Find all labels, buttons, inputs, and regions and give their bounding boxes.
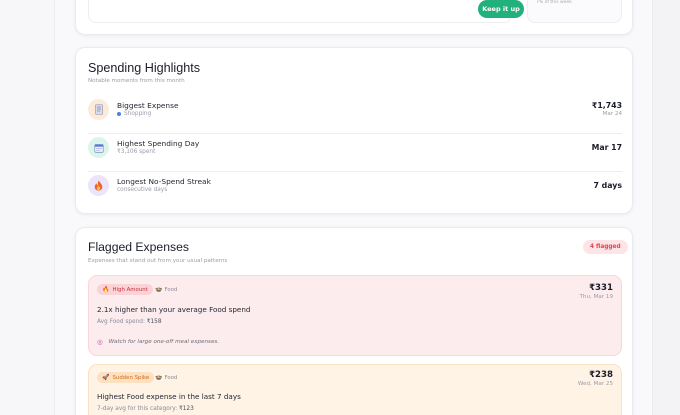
rocket-icon: 🚀 [102, 374, 110, 381]
detail-value: ₹123 [179, 406, 194, 412]
weekly-stat-caption: 7% of this week [536, 0, 572, 5]
flame-icon [88, 175, 109, 196]
keep-it-up-button[interactable]: Keep it up [478, 0, 524, 18]
spending-highlights-card: Spending Highlights Notable moments from… [75, 47, 633, 214]
highlight-value: 7 days [593, 181, 622, 190]
highlight-row-highest-day[interactable]: Highest Spending Day ₹3,106 spent Mar 17 [88, 134, 622, 172]
highlight-meta: consecutive days [117, 187, 168, 193]
detail-label: Avg Food spend: [97, 319, 145, 325]
category-tag: 🍲 Food [155, 374, 177, 381]
highlight-label: Longest No-Spend Streak [117, 177, 211, 186]
flagged-count-badge: 4 flagged [583, 240, 628, 254]
flagged-expense-item[interactable]: 🔥 High Amount 🍲 Food ₹331 Thu, Mar 19 2.… [88, 275, 622, 356]
category-label: Food [164, 286, 178, 293]
highlight-category: Shopping [124, 111, 152, 117]
highlight-meta: Shopping [117, 111, 151, 117]
highlights-subtitle: Notable moments from this month [88, 78, 185, 84]
category-tag: 🍲 Food [155, 286, 177, 293]
badge-label: Sudden Spike [112, 374, 150, 381]
flag-amount: ₹331 [589, 283, 613, 293]
high-amount-badge: 🔥 High Amount [97, 284, 153, 295]
category-dot [117, 112, 121, 116]
flag-tip: ◎ Watch for large one-off meal expenses. [97, 338, 219, 346]
streak-panel: Keep it up [88, 0, 524, 23]
detail-label: 7-day avg for this category: [97, 406, 178, 412]
highlights-title: Spending Highlights [88, 61, 201, 75]
right-gutter [652, 0, 680, 415]
flag-detail: Avg Food spend: ₹158 [97, 319, 162, 325]
tip-text: Watch for large one-off meal expenses. [108, 339, 220, 345]
highlight-row-no-spend-streak[interactable]: Longest No-Spend Streak consecutive days… [88, 172, 622, 210]
highlight-label: Biggest Expense [117, 101, 179, 110]
category-label: Food [164, 374, 178, 381]
highlight-value: Mar 17 [591, 143, 622, 152]
highlight-date: Mar 24 [602, 111, 622, 117]
sudden-spike-badge: 🚀 Sudden Spike [97, 372, 155, 383]
fire-icon: 🔥 [102, 286, 110, 293]
receipt-icon [88, 99, 109, 120]
badge-label: High Amount [112, 286, 148, 293]
calendar-icon [88, 137, 109, 158]
target-icon: ◎ [97, 338, 103, 346]
left-sidebar [0, 0, 55, 415]
weekly-stat-panel: 7% of this week [527, 0, 622, 23]
streak-summary-card: Keep it up 7% of this week [75, 0, 633, 35]
highlight-row-biggest-expense[interactable]: Biggest Expense Shopping ₹1,743 Mar 24 [88, 96, 622, 134]
highlight-label: Highest Spending Day [117, 139, 200, 148]
highlight-meta: ₹3,106 spent [117, 149, 156, 155]
flag-detail: 7-day avg for this category: ₹123 [97, 406, 194, 412]
flag-date: Thu, Mar 19 [579, 294, 613, 300]
flag-description: Highest Food expense in the last 7 days [97, 392, 241, 401]
flag-date: Wed, Mar 25 [577, 381, 613, 387]
flagged-expense-item[interactable]: 🚀 Sudden Spike 🍲 Food ₹238 Wed, Mar 25 H… [88, 364, 622, 415]
flagged-expenses-card: Flagged Expenses Expenses that stand out… [75, 227, 633, 415]
flagged-title: Flagged Expenses [88, 240, 189, 254]
bowl-icon: 🍲 [155, 374, 163, 381]
flag-amount: ₹238 [589, 370, 613, 380]
highlight-value: ₹1,743 [591, 101, 622, 110]
bowl-icon: 🍲 [155, 286, 163, 293]
flagged-subtitle: Expenses that stand out from your usual … [88, 258, 228, 264]
flag-description: 2.1x higher than your average Food spend [97, 305, 251, 314]
detail-value: ₹158 [146, 319, 162, 325]
